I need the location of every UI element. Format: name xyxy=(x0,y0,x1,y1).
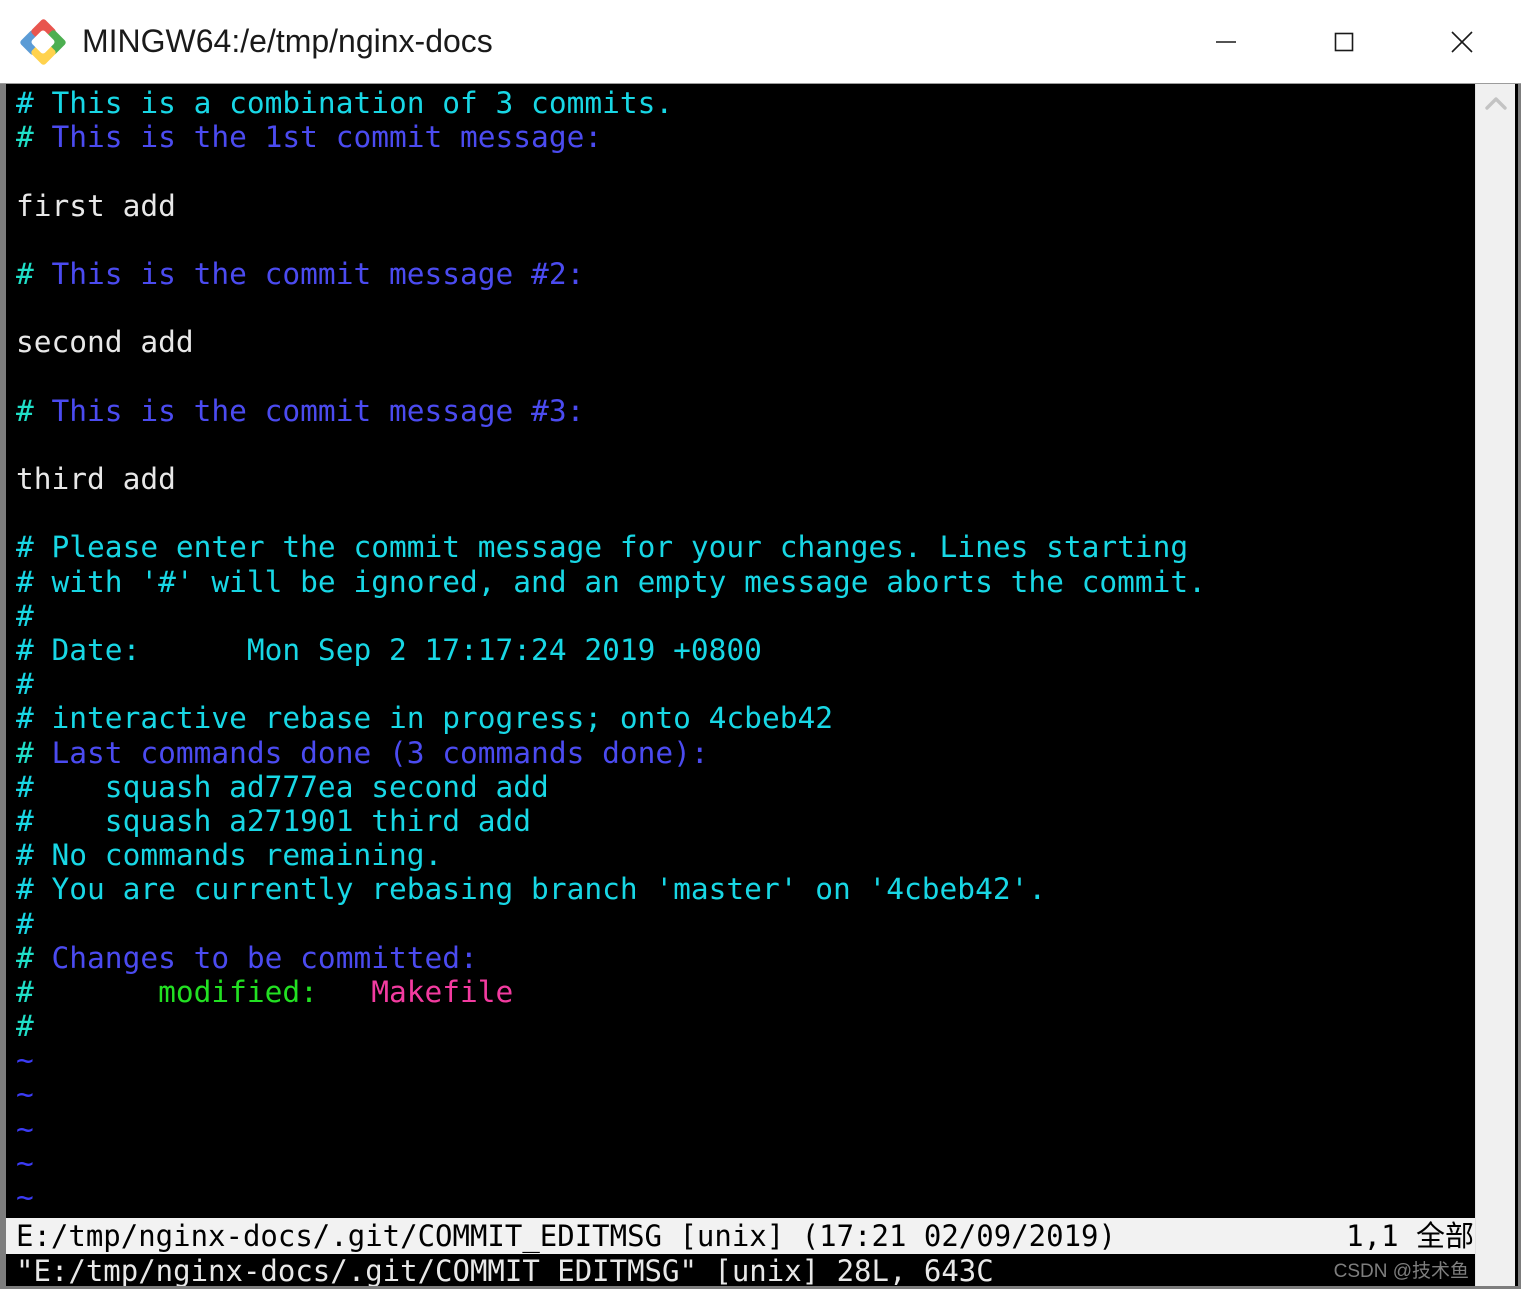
terminal-window: MINGW64:/e/tmp/nginx-docs # This is a co… xyxy=(0,0,1521,1289)
editor-line-segment: first add xyxy=(16,188,176,223)
vim-status-line: E:/tmp/nginx-docs/.git/COMMIT_EDITMSG [u… xyxy=(6,1218,1478,1254)
vim-screen[interactable]: # This is a combination of 3 commits. # T… xyxy=(6,84,1478,1286)
editor-line-segment: ~ xyxy=(16,1180,34,1214)
editor-line-segment: Changes to be committed: xyxy=(33,940,478,975)
title-bar[interactable]: MINGW64:/e/tmp/nginx-docs xyxy=(0,0,1521,84)
editor-line-segment: # with '#' will be ignored, and an empty… xyxy=(16,564,1206,599)
editor-line: # You are currently rebasing branch 'mas… xyxy=(16,872,1478,906)
editor-line-segment: # xyxy=(16,120,34,155)
editor-line-segment: # interactive rebase in progress; onto 4… xyxy=(16,701,833,736)
editor-line-segment: ~ xyxy=(16,1043,34,1078)
editor-line-segment: third add xyxy=(16,462,176,497)
editor-line-segment: # Date: Mon Sep 2 17:17:24 2019 +0800 xyxy=(16,633,762,667)
editor-line: # squash a271901 third add xyxy=(16,804,1478,838)
editor-line: # This is the commit message #3: xyxy=(16,394,1478,428)
editor-line-segment: # xyxy=(16,974,34,1009)
editor-line: # This is the commit message #2: xyxy=(16,257,1478,291)
editor-line-segment: second add xyxy=(16,325,194,360)
minimize-button[interactable] xyxy=(1167,0,1285,83)
editor-line: # xyxy=(16,1009,1478,1043)
editor-line-segment: # xyxy=(16,598,34,633)
editor-line-segment: This is the 1st commit message: xyxy=(33,120,603,155)
editor-line: # Please enter the commit message for yo… xyxy=(16,530,1478,564)
editor-line-segment: # squash ad777ea second add xyxy=(16,769,549,804)
editor-line-segment: This is the commit message #2: xyxy=(33,256,585,291)
editor-line-segment: # xyxy=(16,940,34,975)
chevron-up-icon xyxy=(1484,97,1507,110)
editor-line-segment: This is the commit message #3: xyxy=(33,393,585,428)
minimize-icon xyxy=(1216,40,1236,43)
status-cursor-position: 1,1 全部 xyxy=(1346,1219,1474,1253)
editor-line-segment: # No commands remaining. xyxy=(16,838,443,873)
editor-line: # with '#' will be ignored, and an empty… xyxy=(16,565,1478,599)
editor-line: # This is the 1st commit message: xyxy=(16,120,1478,154)
editor-line-segment: modified: xyxy=(33,974,372,1009)
editor-line-segment: ~ xyxy=(16,1111,34,1146)
vim-text-buffer[interactable]: # This is a combination of 3 commits. # T… xyxy=(16,86,1478,1214)
editor-line-segment: # xyxy=(16,735,34,770)
vim-command-line: "E:/tmp/nginx-docs/.git/COMMIT_EDITMSG" … xyxy=(16,1254,1476,1286)
scroll-up-button[interactable] xyxy=(1476,84,1515,124)
editor-line: ~ xyxy=(16,1077,1478,1111)
close-icon xyxy=(1451,30,1473,53)
editor-line: # Changes to be committed: xyxy=(16,941,1478,975)
editor-line: # xyxy=(16,599,1478,633)
status-file-info: E:/tmp/nginx-docs/.git/COMMIT_EDITMSG [u… xyxy=(16,1219,1116,1253)
editor-line: # xyxy=(16,667,1478,701)
editor-line-segment: # This is a combination of 3 commits. xyxy=(16,86,674,120)
title-bar-left: MINGW64:/e/tmp/nginx-docs xyxy=(19,17,1167,66)
editor-line: ~ xyxy=(16,1043,1478,1077)
editor-line: ~ xyxy=(16,1180,1478,1214)
mingw-diamond-icon xyxy=(19,17,67,66)
vertical-scrollbar[interactable] xyxy=(1475,84,1515,1286)
editor-line-segment: # xyxy=(16,256,34,291)
editor-line: # Last commands done (3 commands done): xyxy=(16,736,1478,770)
editor-line-segment: # squash a271901 third add xyxy=(16,803,532,838)
scrollbar-thumb[interactable] xyxy=(1476,124,1515,1286)
terminal-body: # This is a combination of 3 commits. # T… xyxy=(0,84,1521,1289)
editor-line: # squash ad777ea second add xyxy=(16,770,1478,804)
editor-line: # modified: Makefile xyxy=(16,975,1478,1009)
editor-line-segment: # xyxy=(16,667,34,702)
editor-line-segment: # xyxy=(16,393,34,428)
window-title: MINGW64:/e/tmp/nginx-docs xyxy=(82,23,493,59)
editor-line: first add xyxy=(16,189,1478,223)
editor-line: # interactive rebase in progress; onto 4… xyxy=(16,701,1478,735)
editor-line: # This is a combination of 3 commits. xyxy=(16,86,1478,120)
maximize-icon xyxy=(1334,32,1354,51)
editor-line-segment: Makefile xyxy=(371,974,514,1009)
editor-line-segment: # You are currently rebasing branch 'mas… xyxy=(16,872,1047,907)
editor-line: # No commands remaining. xyxy=(16,838,1478,872)
editor-line-segment: ~ xyxy=(16,1077,34,1112)
maximize-button[interactable] xyxy=(1285,0,1403,83)
editor-line: third add xyxy=(16,462,1478,496)
editor-line-segment: # Please enter the commit message for yo… xyxy=(16,530,1189,565)
editor-line-segment: # xyxy=(16,906,34,941)
editor-line: second add xyxy=(16,325,1478,359)
editor-line-segment: Last commands done (3 commands done): xyxy=(33,735,709,770)
editor-line: # xyxy=(16,907,1478,941)
editor-line-segment: # xyxy=(16,1009,34,1044)
editor-line: # Date: Mon Sep 2 17:17:24 2019 +0800 xyxy=(16,633,1478,667)
window-controls xyxy=(1167,0,1521,83)
editor-line: ~ xyxy=(16,1112,1478,1146)
editor-line: ~ xyxy=(16,1146,1478,1180)
csdn-watermark: CSDN @技术鱼 xyxy=(1333,1261,1469,1282)
close-button[interactable] xyxy=(1403,0,1521,83)
editor-line-segment: ~ xyxy=(16,1145,34,1180)
